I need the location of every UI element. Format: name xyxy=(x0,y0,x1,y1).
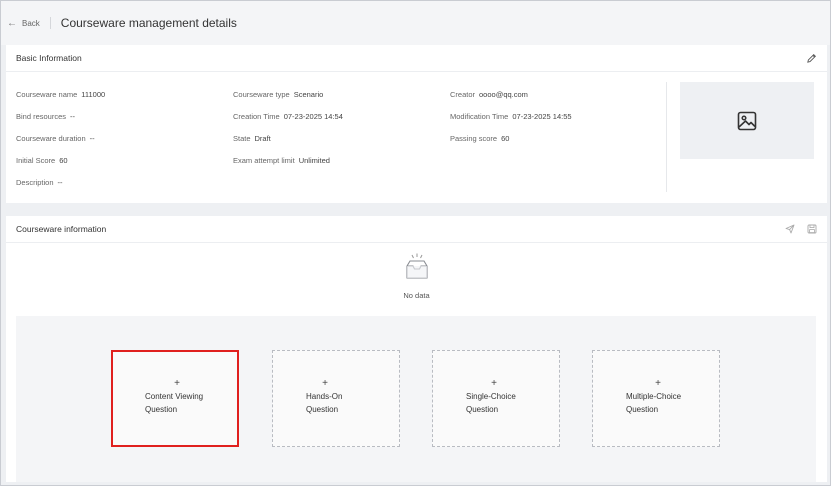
field-row: Courseware name 111000 Courseware type Sce… xyxy=(16,83,656,105)
empty-state-text: No data xyxy=(403,291,430,300)
send-icon[interactable] xyxy=(785,224,795,234)
empty-inbox-icon xyxy=(404,252,430,287)
question-type-line1: Single-Choice xyxy=(466,392,516,401)
field-initial-score: Initial Score 60 xyxy=(16,156,233,165)
field-value: Draft xyxy=(254,133,271,143)
basic-information-card: Basic Information Courseware name 111000 … xyxy=(6,45,827,203)
arrow-left-icon: ← xyxy=(7,17,17,29)
question-type-line2: Question xyxy=(306,405,339,414)
field-value: 07-23-2025 14:54 xyxy=(283,111,343,121)
field-label: Courseware type xyxy=(233,89,290,99)
image-icon xyxy=(737,111,757,131)
field-label: Passing score xyxy=(450,133,498,143)
field-row: Bind resources -- Creation Time 07-23-2025… xyxy=(16,105,656,127)
plus-icon: + xyxy=(491,378,497,389)
field-label: Courseware duration xyxy=(16,133,86,143)
field-courseware-type: Courseware type Scenario xyxy=(233,90,450,99)
field-value: -- xyxy=(89,133,95,143)
field-value: 07-23-2025 14:55 xyxy=(512,111,572,121)
add-multiple-choice-question[interactable]: + Multiple-Choice Question xyxy=(592,350,720,447)
field-bind-resources: Bind resources -- xyxy=(16,112,233,121)
question-type-label: + Single-Choice Question xyxy=(466,378,522,416)
add-content-viewing-question[interactable]: + Content Viewing Question xyxy=(111,350,239,447)
question-type-line2: Question xyxy=(466,405,499,414)
field-label: Creator xyxy=(450,89,476,99)
plus-icon: + xyxy=(174,378,180,389)
basic-information-header: Basic Information xyxy=(6,45,827,72)
header-actions xyxy=(785,224,817,234)
page-title: Courseware management details xyxy=(60,16,237,30)
add-hands-on-question[interactable]: + Hands-On Question xyxy=(272,350,400,447)
field-value: -- xyxy=(70,111,76,121)
question-type-line1: Multiple-Choice xyxy=(626,392,682,401)
field-modification-time: Modification Time 07-23-2025 14:55 xyxy=(450,112,656,121)
courseware-information-title: Courseware information xyxy=(16,224,107,234)
field-label: Description xyxy=(16,177,54,187)
field-label: Bind resources xyxy=(16,111,67,121)
courseware-information-header: Courseware information xyxy=(6,216,827,243)
field-state: State Draft xyxy=(233,134,450,143)
vertical-divider xyxy=(666,82,667,192)
question-type-line2: Question xyxy=(626,405,659,414)
field-description: Description -- xyxy=(16,178,233,187)
field-courseware-duration: Courseware duration -- xyxy=(16,134,233,143)
question-type-line1: Content Viewing xyxy=(145,392,204,401)
field-label: State xyxy=(233,133,251,143)
field-passing-score: Passing score 60 xyxy=(450,134,656,143)
question-type-area: + Content Viewing Question + Hands-On Qu… xyxy=(16,316,816,482)
field-value: 111000 xyxy=(81,89,106,99)
empty-state: No data xyxy=(6,252,827,300)
field-row: Description -- xyxy=(16,171,656,193)
field-value: 60 xyxy=(59,155,68,165)
pencil-icon[interactable] xyxy=(806,53,817,64)
field-value: oooo@qq.com xyxy=(479,89,528,99)
field-creator: Creator oooo@qq.com xyxy=(450,90,656,99)
field-row: Initial Score 60 Exam attempt limit Unlimi… xyxy=(16,149,656,171)
header-divider xyxy=(49,17,51,29)
question-type-line1: Hands-On xyxy=(306,392,343,401)
field-label: Initial Score xyxy=(16,155,56,165)
basic-fields-grid: Courseware name 111000 Courseware type Sce… xyxy=(16,83,656,193)
field-value: Scenario xyxy=(293,89,324,99)
add-single-choice-question[interactable]: + Single-Choice Question xyxy=(432,350,560,447)
top-bar: ← Back Courseware management details xyxy=(1,1,830,45)
field-label: Creation Time xyxy=(233,111,280,121)
cover-image-placeholder xyxy=(680,82,814,159)
field-exam-attempt-limit: Exam attempt limit Unlimited xyxy=(233,156,450,165)
basic-information-title: Basic Information xyxy=(16,53,82,63)
plus-icon: + xyxy=(322,378,328,389)
field-value: -- xyxy=(57,177,63,187)
back-button[interactable]: ← Back xyxy=(7,18,40,29)
field-value: Unlimited xyxy=(298,155,330,165)
question-type-label: + Hands-On Question xyxy=(306,378,344,416)
question-type-line2: Question xyxy=(145,405,178,414)
field-value: 60 xyxy=(501,133,510,143)
courseware-information-card: Courseware information No data + Content… xyxy=(6,216,827,482)
question-type-label: + Content Viewing Question xyxy=(145,378,209,416)
plus-icon: + xyxy=(655,378,661,389)
field-label: Modification Time xyxy=(450,111,509,121)
field-courseware-name: Courseware name 111000 xyxy=(16,90,233,99)
field-label: Exam attempt limit xyxy=(233,155,295,165)
save-icon[interactable] xyxy=(807,224,817,234)
field-creation-time: Creation Time 07-23-2025 14:54 xyxy=(233,112,450,121)
question-type-label: + Multiple-Choice Question xyxy=(626,378,690,416)
field-row: Courseware duration -- State Draft Passing… xyxy=(16,127,656,149)
field-label: Courseware name xyxy=(16,89,78,99)
back-label: Back xyxy=(22,18,40,28)
